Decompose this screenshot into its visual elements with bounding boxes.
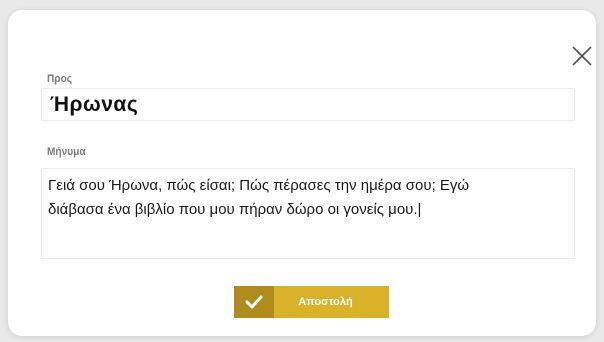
recipient-field[interactable]: Ήρωνας xyxy=(41,88,575,121)
check-icon xyxy=(245,295,263,309)
message-textarea[interactable]: Γειά σου Ήρωνα, πώς είσαι; Πώς πέρασες τ… xyxy=(41,168,575,259)
to-label: Προς xyxy=(47,73,73,85)
close-button[interactable] xyxy=(567,41,597,71)
message-dialog: Προς Ήρωνας Μήνυμα Γειά σου Ήρωνα, πώς ε… xyxy=(8,10,596,336)
check-icon-box xyxy=(234,286,274,318)
send-button-label: Αποστολή xyxy=(298,296,353,308)
message-label: Μήνυμα xyxy=(47,146,86,158)
close-icon xyxy=(572,46,592,66)
send-button[interactable]: Αποστολή xyxy=(234,286,389,318)
